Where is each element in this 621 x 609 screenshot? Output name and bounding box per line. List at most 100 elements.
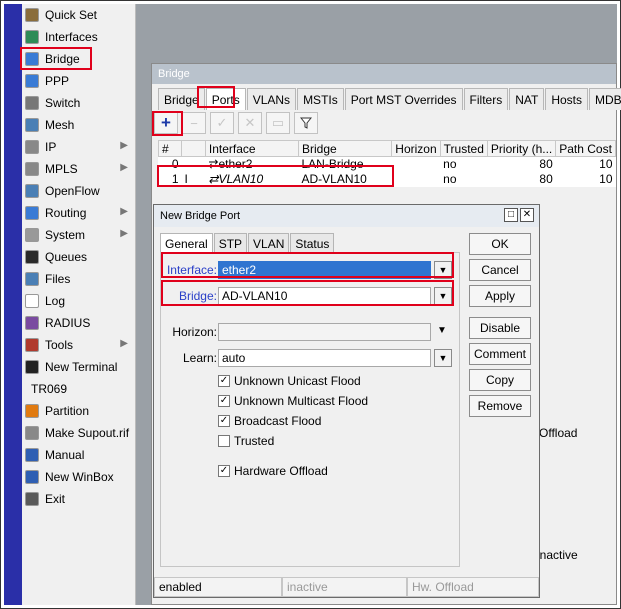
tab-general[interactable]: General [160, 233, 213, 252]
menu-item-tr069[interactable]: TR069 [22, 378, 136, 400]
col-num[interactable]: # [158, 140, 182, 157]
col-interface[interactable]: Interface [204, 140, 299, 157]
log-icon [25, 294, 39, 308]
menu-item-system[interactable]: System ▶ [22, 224, 136, 246]
hardware-offload-checkbox[interactable]: ✓ Hardware Offload [218, 464, 328, 478]
menu-item-label: Files [45, 272, 71, 286]
queues-icon [25, 250, 39, 264]
tab-hosts[interactable]: Hosts [545, 88, 589, 110]
inactive-column-text: inactive [537, 548, 578, 562]
interfaces-icon [25, 30, 39, 44]
close-button[interactable]: ✕ [520, 208, 534, 222]
menu-item-make-supout-rif[interactable]: Make Supout.rif [22, 422, 136, 444]
checkbox-box: ✓ [218, 415, 230, 427]
menu-item-quick-set[interactable]: Quick Set [22, 4, 136, 26]
menu-item-exit[interactable]: Exit [22, 488, 136, 510]
col-flag[interactable] [181, 140, 206, 157]
partition-icon [25, 404, 39, 418]
tab-nat[interactable]: NAT [509, 88, 545, 110]
tab-mstis[interactable]: MSTIs [297, 88, 344, 110]
ports-tab-highlight [197, 86, 235, 108]
ok-button[interactable]: OK [469, 233, 531, 255]
remove-button[interactable]: Remove [469, 395, 531, 417]
horizon-label: Horizon: [172, 325, 217, 339]
col-priority[interactable]: Priority (h... [486, 140, 557, 157]
menu-item-label: Mesh [45, 118, 75, 132]
submenu-arrow-icon: ▶ [120, 140, 128, 151]
menu-item-log[interactable]: Log [22, 290, 136, 312]
menu-item-mesh[interactable]: Mesh [22, 114, 136, 136]
menu-item-ip[interactable]: IP ▶ [22, 136, 136, 158]
menu-item-interfaces[interactable]: Interfaces [22, 26, 136, 48]
menu-item-tools[interactable]: Tools ▶ [22, 334, 136, 356]
menu-item-files[interactable]: Files [22, 268, 136, 290]
unknown-multicast-flood-checkbox[interactable]: ✓ Unknown Multicast Flood [218, 394, 368, 408]
bridge-window-title[interactable]: Bridge [152, 64, 616, 84]
tab-vlans[interactable]: VLANs [246, 88, 297, 110]
menu-item-label: Routing [45, 206, 87, 220]
submenu-arrow-icon: ▶ [120, 338, 128, 349]
remove-port-button[interactable]: − [182, 112, 206, 134]
menu-item-label: OpenFlow [45, 184, 100, 198]
row-trusted: no [443, 157, 457, 172]
menu-item-mpls[interactable]: MPLS ▶ [22, 158, 136, 180]
maximize-button[interactable]: □ [504, 208, 518, 222]
menu-item-radius[interactable]: RADIUS [22, 312, 136, 334]
menu-item-manual[interactable]: Manual [22, 444, 136, 466]
row-path-cost: 10 [599, 157, 613, 172]
horizon-input[interactable] [218, 323, 431, 341]
menu-item-queues[interactable]: Queues [22, 246, 136, 268]
terminal-icon [25, 360, 39, 374]
trusted-checkbox[interactable]: Trusted [218, 434, 274, 448]
menu-item-label: Queues [45, 250, 88, 264]
learn-dropdown-button[interactable]: ▼ [434, 349, 452, 367]
comment-port-button[interactable]: ▭ [266, 112, 290, 134]
cancel-button[interactable]: Cancel [469, 259, 531, 281]
tab-mdb[interactable]: MDB [589, 88, 621, 110]
tools-icon [25, 338, 39, 352]
menu-item-routing[interactable]: Routing ▶ [22, 202, 136, 224]
quick-set-icon [25, 8, 39, 22]
menu-item-label: Manual [45, 448, 85, 462]
col-trusted[interactable]: Trusted [439, 140, 488, 157]
tab-vlan[interactable]: VLAN [248, 233, 290, 252]
tab-filters[interactable]: Filters [463, 88, 509, 110]
tab-stp[interactable]: STP [213, 233, 248, 252]
exit-icon [25, 492, 39, 506]
col-path-cost[interactable]: Path Cost [555, 140, 616, 157]
unknown-unicast-flood-checkbox[interactable]: ✓ Unknown Unicast Flood [218, 374, 361, 388]
tab-status[interactable]: Status [290, 233, 335, 252]
menu-item-ppp[interactable]: PPP [22, 70, 136, 92]
learn-label: Learn: [182, 351, 217, 365]
dropdown-icon: ▼ [438, 353, 448, 363]
horizon-dropdown-icon[interactable]: ▼ [437, 325, 447, 336]
bridge-field-highlight [161, 280, 454, 306]
menu-item-openflow[interactable]: OpenFlow [22, 180, 136, 202]
menu-item-switch[interactable]: Switch [22, 92, 136, 114]
radius-icon [25, 316, 39, 330]
menu-item-new-winbox[interactable]: New WinBox [22, 466, 136, 488]
row-path-cost: 10 [599, 172, 613, 186]
openflow-icon [25, 184, 39, 198]
dialog-tabs: General STP VLAN Status [160, 233, 335, 252]
learn-select[interactable]: auto [218, 349, 431, 367]
filter-button[interactable] [294, 112, 318, 134]
tab-port-mst-overrides[interactable]: Port MST Overrides [344, 88, 463, 110]
ports-table-header: # Interface Bridge Horizon Trusted Prior… [158, 140, 616, 157]
comment-button[interactable]: Comment [469, 343, 531, 365]
mesh-icon [25, 118, 39, 132]
col-horizon[interactable]: Horizon [391, 140, 441, 157]
dialog-status-bar: enabled inactive Hw. Offload [154, 577, 539, 597]
col-bridge[interactable]: Bridge [297, 140, 393, 157]
manual-icon [25, 448, 39, 462]
apply-button[interactable]: Apply [469, 285, 531, 307]
offload-column-text: Offload [539, 426, 578, 440]
disable-button[interactable]: Disable [469, 317, 531, 339]
copy-button[interactable]: Copy [469, 369, 531, 391]
menu-item-new-terminal[interactable]: New Terminal [22, 356, 136, 378]
menu-item-partition[interactable]: Partition [22, 400, 136, 422]
broadcast-flood-checkbox[interactable]: ✓ Broadcast Flood [218, 414, 321, 428]
dialog-title[interactable]: New Bridge Port [154, 205, 539, 227]
disable-port-button[interactable]: ✕ [238, 112, 262, 134]
enable-port-button[interactable]: ✓ [210, 112, 234, 134]
